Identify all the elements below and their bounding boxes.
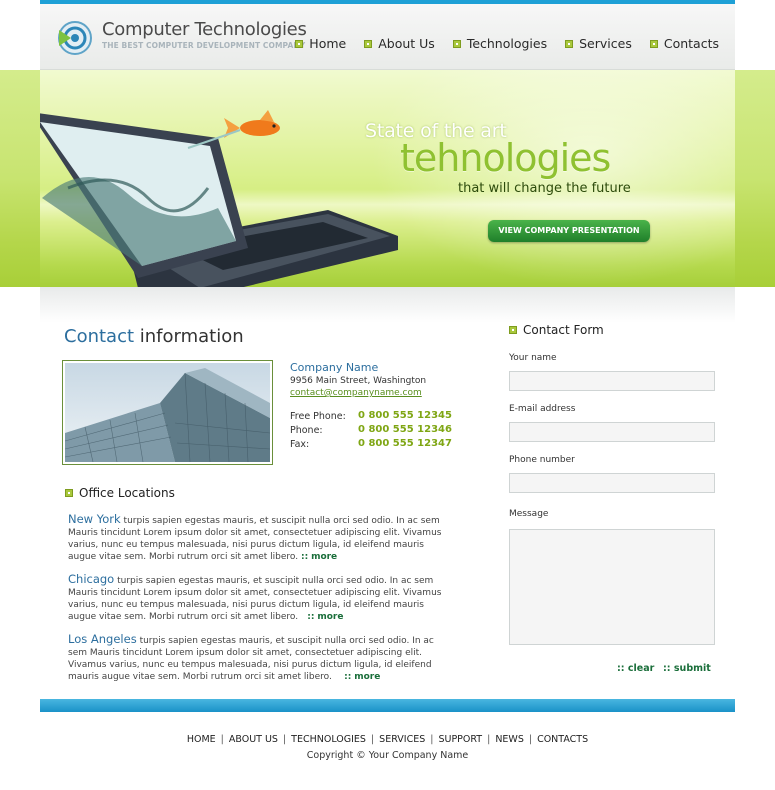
more-link[interactable]: more: [354, 672, 380, 682]
banner-line-2: tehnologies: [400, 136, 611, 180]
footer-link-support[interactable]: SUPPORT: [438, 734, 482, 745]
separator: |: [430, 734, 434, 745]
more-dots-icon: ::: [300, 552, 309, 562]
footer-link-technologies[interactable]: TECHNOLOGIES: [291, 734, 366, 745]
contact-heading: Contact information: [64, 326, 244, 347]
more-link[interactable]: more: [317, 612, 343, 622]
company-email-link[interactable]: contact@companyname.com: [290, 388, 422, 398]
name-label: Your name: [509, 353, 557, 363]
footer-link-about-us[interactable]: ABOUT US: [229, 734, 278, 745]
office-locations-title: Office Locations: [79, 486, 175, 500]
banner-line-3: that will change the future: [458, 181, 631, 196]
nav-label: About Us: [378, 36, 435, 51]
banner-shadow: [40, 287, 735, 323]
bullet-icon: [65, 489, 73, 497]
bullet-icon: [295, 39, 304, 48]
office-text: turpis sapien egestas mauris, et suscipi…: [68, 516, 442, 562]
bullet-icon: [452, 39, 461, 48]
dots-icon: ::: [617, 663, 628, 674]
footer-link-contacts[interactable]: CONTACTS: [537, 734, 588, 745]
building-photo: [62, 360, 273, 465]
phone-label-phone: Phone:: [290, 425, 323, 436]
clear-button[interactable]: :: clear: [617, 663, 654, 674]
nav-label: Contacts: [663, 36, 719, 51]
phone-label: Phone number: [509, 455, 575, 465]
bullet-icon: [509, 326, 517, 334]
logo-icon: [58, 21, 92, 55]
footer-bar: [40, 699, 735, 712]
site-title[interactable]: Computer Technologies: [102, 19, 307, 40]
office-item-chicago: Chicago turpis sapien egestas mauris, et…: [68, 573, 450, 623]
nav-label: Home: [309, 36, 347, 51]
submit-button[interactable]: :: submit: [663, 663, 711, 674]
contact-heading-accent: Contact: [64, 326, 135, 347]
main-nav: Home About Us Technologies Services Cont…: [277, 36, 719, 51]
name-field[interactable]: [509, 371, 715, 391]
phone-value-free: 0 800 555 12345: [358, 410, 452, 421]
submit-label: submit: [673, 663, 711, 674]
message-textarea[interactable]: [509, 529, 715, 645]
message-label: Message: [509, 509, 549, 519]
nav-about-us[interactable]: About Us: [364, 36, 435, 51]
company-name: Company Name: [290, 361, 379, 374]
phone-label-fax: Fax:: [290, 439, 310, 450]
footer-link-home[interactable]: HOME: [187, 734, 216, 745]
banner-side-right: [735, 70, 775, 287]
clear-label: clear: [627, 663, 655, 674]
bullet-icon: [364, 39, 373, 48]
dots-icon: ::: [663, 663, 674, 674]
phone-label-free: Free Phone:: [290, 411, 346, 422]
separator: |: [370, 734, 375, 745]
site-tagline: THE BEST COMPUTER DEVELOPMENT COMPANY: [102, 41, 306, 50]
email-field[interactable]: [509, 422, 715, 442]
office-text: turpis sapien egestas mauris, et suscipi…: [68, 576, 442, 622]
more-dots-icon: ::: [300, 612, 315, 622]
contact-heading-rest: information: [139, 326, 244, 347]
contact-form-title: Contact Form: [523, 323, 604, 337]
office-city[interactable]: Los Angeles: [68, 632, 137, 646]
separator: |: [487, 734, 491, 745]
nav-home[interactable]: Home: [295, 36, 346, 51]
office-locations-heading: Office Locations: [65, 486, 175, 500]
separator: |: [528, 734, 533, 745]
nav-technologies[interactable]: Technologies: [452, 36, 548, 51]
banner-side-left: [0, 70, 40, 287]
site-header: Computer Technologies THE BEST COMPUTER …: [40, 4, 735, 70]
hero-banner: State of the art tehnologies that will c…: [40, 70, 735, 287]
footer-link-services[interactable]: SERVICES: [379, 734, 425, 745]
nav-contacts[interactable]: Contacts: [649, 36, 719, 51]
copyright: Copyright © Your Company Name: [306, 750, 469, 761]
office-city[interactable]: Chicago: [68, 572, 114, 586]
footer-nav: HOME | ABOUT US | TECHNOLOGIES | SERVICES | SUPP…: [0, 734, 775, 745]
phone-value-fax: 0 800 555 12347: [358, 438, 452, 449]
separator: |: [220, 734, 224, 745]
contact-form-heading: Contact Form: [509, 323, 604, 337]
view-presentation-button[interactable]: VIEW COMPANY PRESENTATION: [488, 220, 650, 242]
footer-link-news[interactable]: NEWS: [495, 734, 524, 745]
office-item-los-angeles: Los Angeles turpis sapien egestas mauris…: [68, 633, 450, 683]
bullet-icon: [565, 39, 574, 48]
more-dots-icon: ::: [334, 672, 352, 682]
separator: |: [282, 734, 287, 745]
email-label: E-mail address: [509, 404, 576, 414]
nav-label: Services: [579, 36, 632, 51]
office-item-new-york: New York turpis sapien egestas mauris, e…: [68, 513, 450, 563]
laptop-illustration: [40, 110, 398, 287]
phone-field[interactable]: [509, 473, 715, 493]
nav-services[interactable]: Services: [565, 36, 632, 51]
phone-value-phone: 0 800 555 12346: [358, 424, 452, 435]
bullet-icon: [649, 39, 658, 48]
company-address: 9956 Main Street, Washington: [290, 376, 427, 386]
office-city[interactable]: New York: [68, 512, 121, 526]
more-link[interactable]: more: [311, 552, 337, 562]
nav-label: Technologies: [466, 36, 548, 51]
building-image: [65, 363, 270, 462]
